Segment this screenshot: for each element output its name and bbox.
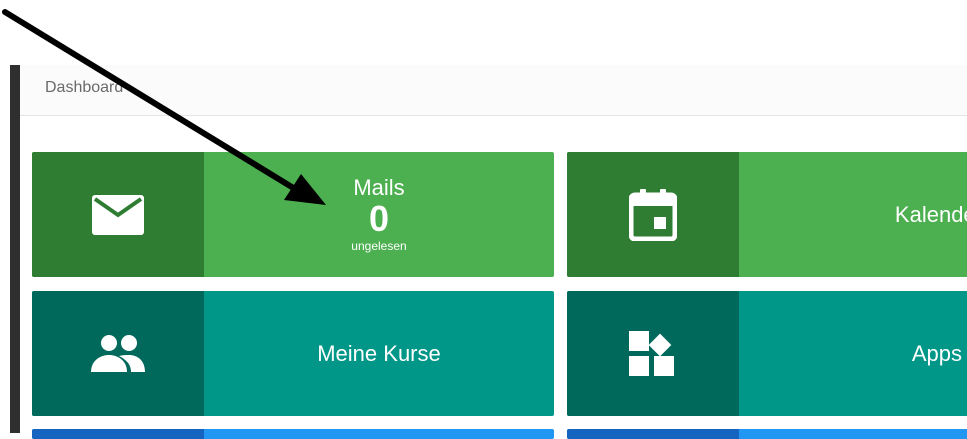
kalender-title: Kalender (894, 201, 967, 227)
apps-icon-box (567, 291, 739, 416)
unread-label: ungelesen (351, 238, 407, 253)
mails-title: Mails (353, 174, 405, 200)
apps-body: Apps (739, 291, 967, 416)
dashboard-grid: Mails 0 ungelesen Kalender (20, 116, 967, 439)
kalender-tile[interactable]: Kalender (567, 152, 967, 277)
mail-icon (92, 194, 144, 235)
partial-tile-left-icon-box (32, 429, 204, 439)
apps-title: Apps (911, 340, 962, 366)
mails-icon-box (32, 152, 204, 277)
kurse-icon-box (32, 291, 204, 416)
kalender-icon-box (567, 152, 739, 277)
unread-count: 0 (368, 197, 390, 239)
calendar-icon (629, 188, 677, 241)
partial-tile-left[interactable] (32, 429, 554, 439)
apps-tile[interactable]: Apps (567, 291, 967, 416)
kalender-body: Kalender (739, 152, 967, 277)
mails-tile[interactable]: Mails 0 ungelesen (32, 152, 554, 277)
apps-icon (629, 330, 674, 376)
page-header: Dashboard (20, 65, 967, 116)
mails-body: Mails 0 ungelesen (204, 152, 554, 277)
kurse-title: Meine Kurse (317, 340, 441, 366)
partial-tile-right-icon-box (567, 429, 739, 439)
sidebar-edge (10, 65, 20, 433)
breadcrumb[interactable]: Dashboard (45, 79, 123, 97)
meine-kurse-tile[interactable]: Meine Kurse (32, 291, 554, 416)
partial-tile-right[interactable] (567, 429, 967, 439)
people-icon (91, 334, 145, 372)
kurse-body: Meine Kurse (204, 291, 554, 416)
